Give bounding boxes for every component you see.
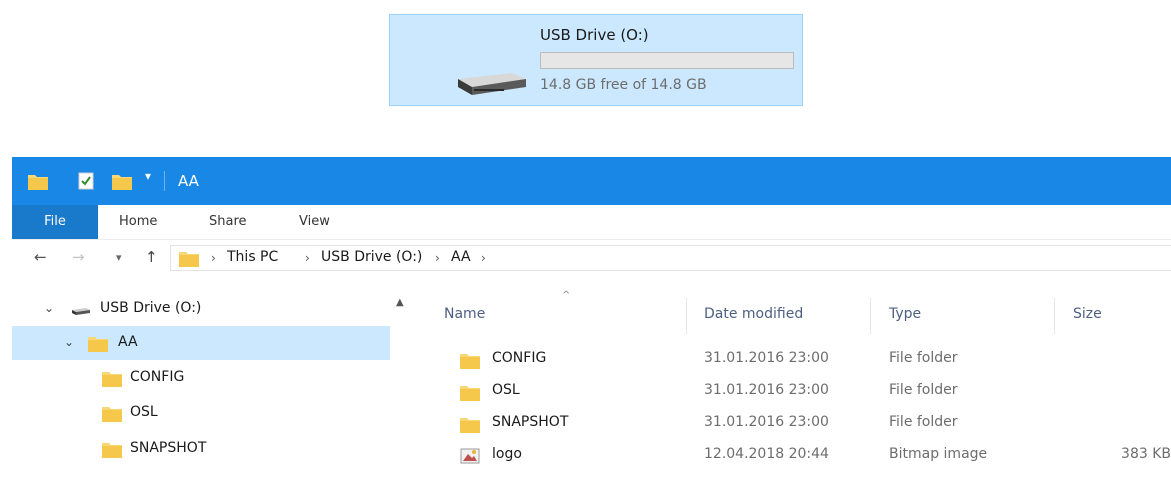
explorer-window: ▾ AA File Home Share View ← → ▾ ↑ › This… <box>12 157 1171 481</box>
column-header-date[interactable]: Date modified <box>704 306 803 322</box>
ribbon: File Home Share View <box>12 205 1171 240</box>
tab-view[interactable]: View <box>299 214 330 229</box>
folder-icon <box>460 386 480 401</box>
drive-name: USB Drive (O:) <box>540 26 649 44</box>
nav-item-label: OSL <box>130 404 158 420</box>
bitmap-image-icon <box>460 448 480 464</box>
nav-item-label: SNAPSHOT <box>130 440 207 456</box>
nav-item-config[interactable]: CONFIG <box>12 361 390 395</box>
drive-tile-usb[interactable]: USB Drive (O:) 14.8 GB free of 14.8 GB <box>389 14 803 106</box>
scroll-up-icon[interactable]: ▲ <box>396 297 404 308</box>
file-type: File folder <box>889 350 958 366</box>
up-arrow-icon[interactable]: ↑ <box>145 248 158 266</box>
file-date: 31.01.2016 23:00 <box>704 382 829 398</box>
folder-icon <box>102 372 122 387</box>
table-row[interactable]: CONFIG 31.01.2016 23:00 File folder <box>418 343 1171 375</box>
column-divider[interactable] <box>870 298 871 334</box>
breadcrumb-separator[interactable]: › <box>435 251 440 265</box>
file-name: OSL <box>492 382 520 398</box>
navigation-pane: ⌄ USB Drive (O:) ⌄ AA CONFIG OSL SNAPSHO… <box>12 286 390 481</box>
column-header-size[interactable]: Size <box>1073 306 1102 322</box>
file-type: Bitmap image <box>889 446 988 462</box>
breadcrumb-this-pc[interactable]: This PC <box>227 249 278 265</box>
file-name: SNAPSHOT <box>492 414 569 430</box>
folder-icon <box>88 337 108 352</box>
column-divider[interactable] <box>1054 298 1055 334</box>
nav-item-aa[interactable]: ⌄ AA <box>12 326 390 360</box>
nav-item-snapshot[interactable]: SNAPSHOT <box>12 432 390 466</box>
nav-item-label: USB Drive (O:) <box>100 300 202 316</box>
drive-capacity-bar <box>540 52 794 69</box>
usb-drive-icon <box>458 73 526 95</box>
column-divider[interactable] <box>686 298 687 334</box>
file-date: 12.04.2018 20:44 <box>704 446 829 462</box>
file-date: 31.01.2016 23:00 <box>704 350 829 366</box>
breadcrumb-aa[interactable]: AA <box>451 249 471 265</box>
chevron-down-icon[interactable]: ⌄ <box>64 335 74 349</box>
folder-icon[interactable] <box>28 172 48 190</box>
breadcrumb-separator[interactable]: › <box>211 251 216 265</box>
folder-icon <box>102 407 122 422</box>
file-list: ^ Name Date modified Type Size CONFIG 31… <box>418 276 1171 481</box>
file-name: logo <box>492 446 522 462</box>
folder-icon <box>460 418 480 433</box>
nav-item-usb-drive[interactable]: ⌄ USB Drive (O:) <box>12 292 390 326</box>
table-row[interactable]: logo 12.04.2018 20:44 Bitmap image 383 K… <box>418 439 1171 471</box>
drive-free-space: 14.8 GB free of 14.8 GB <box>540 77 707 93</box>
nav-item-label: CONFIG <box>130 369 185 385</box>
folder-icon <box>179 252 199 267</box>
breadcrumb-separator[interactable]: › <box>481 251 486 265</box>
dropdown-icon[interactable]: ▾ <box>145 169 151 183</box>
file-type: File folder <box>889 414 958 430</box>
column-header-name[interactable]: Name <box>444 306 485 322</box>
sort-ascending-icon: ^ <box>562 290 571 301</box>
file-size: 383 KB <box>1121 446 1171 462</box>
table-row[interactable]: OSL 31.01.2016 23:00 File folder <box>418 375 1171 407</box>
window-title: AA <box>178 172 199 190</box>
title-divider <box>164 171 165 191</box>
forward-arrow-icon[interactable]: → <box>72 248 85 266</box>
column-header-type[interactable]: Type <box>889 306 921 322</box>
address-bar[interactable]: › This PC › USB Drive (O:) › AA › <box>170 245 1171 271</box>
file-name: CONFIG <box>492 350 547 366</box>
tab-share[interactable]: Share <box>209 214 247 229</box>
tab-file[interactable]: File <box>12 205 98 239</box>
properties-icon[interactable] <box>78 172 94 190</box>
table-row[interactable]: SNAPSHOT 31.01.2016 23:00 File folder <box>418 407 1171 439</box>
folder-icon <box>102 443 122 458</box>
folder-icon <box>460 354 480 369</box>
nav-item-label: AA <box>118 334 138 350</box>
chevron-down-icon[interactable]: ⌄ <box>44 301 54 315</box>
breadcrumb-usb-drive[interactable]: USB Drive (O:) <box>321 249 422 265</box>
drive-icon <box>72 308 90 315</box>
tab-home[interactable]: Home <box>119 214 157 229</box>
file-date: 31.01.2016 23:00 <box>704 414 829 430</box>
new-folder-icon[interactable] <box>112 172 132 190</box>
recent-dropdown-icon[interactable]: ▾ <box>116 251 122 264</box>
title-bar[interactable]: ▾ AA <box>12 157 1171 205</box>
nav-item-osl[interactable]: OSL <box>12 396 390 430</box>
file-type: File folder <box>889 382 958 398</box>
address-bar-area: ← → ▾ ↑ › This PC › USB Drive (O:) › AA … <box>12 240 1171 276</box>
back-arrow-icon[interactable]: ← <box>34 248 47 266</box>
breadcrumb-separator[interactable]: › <box>305 251 310 265</box>
